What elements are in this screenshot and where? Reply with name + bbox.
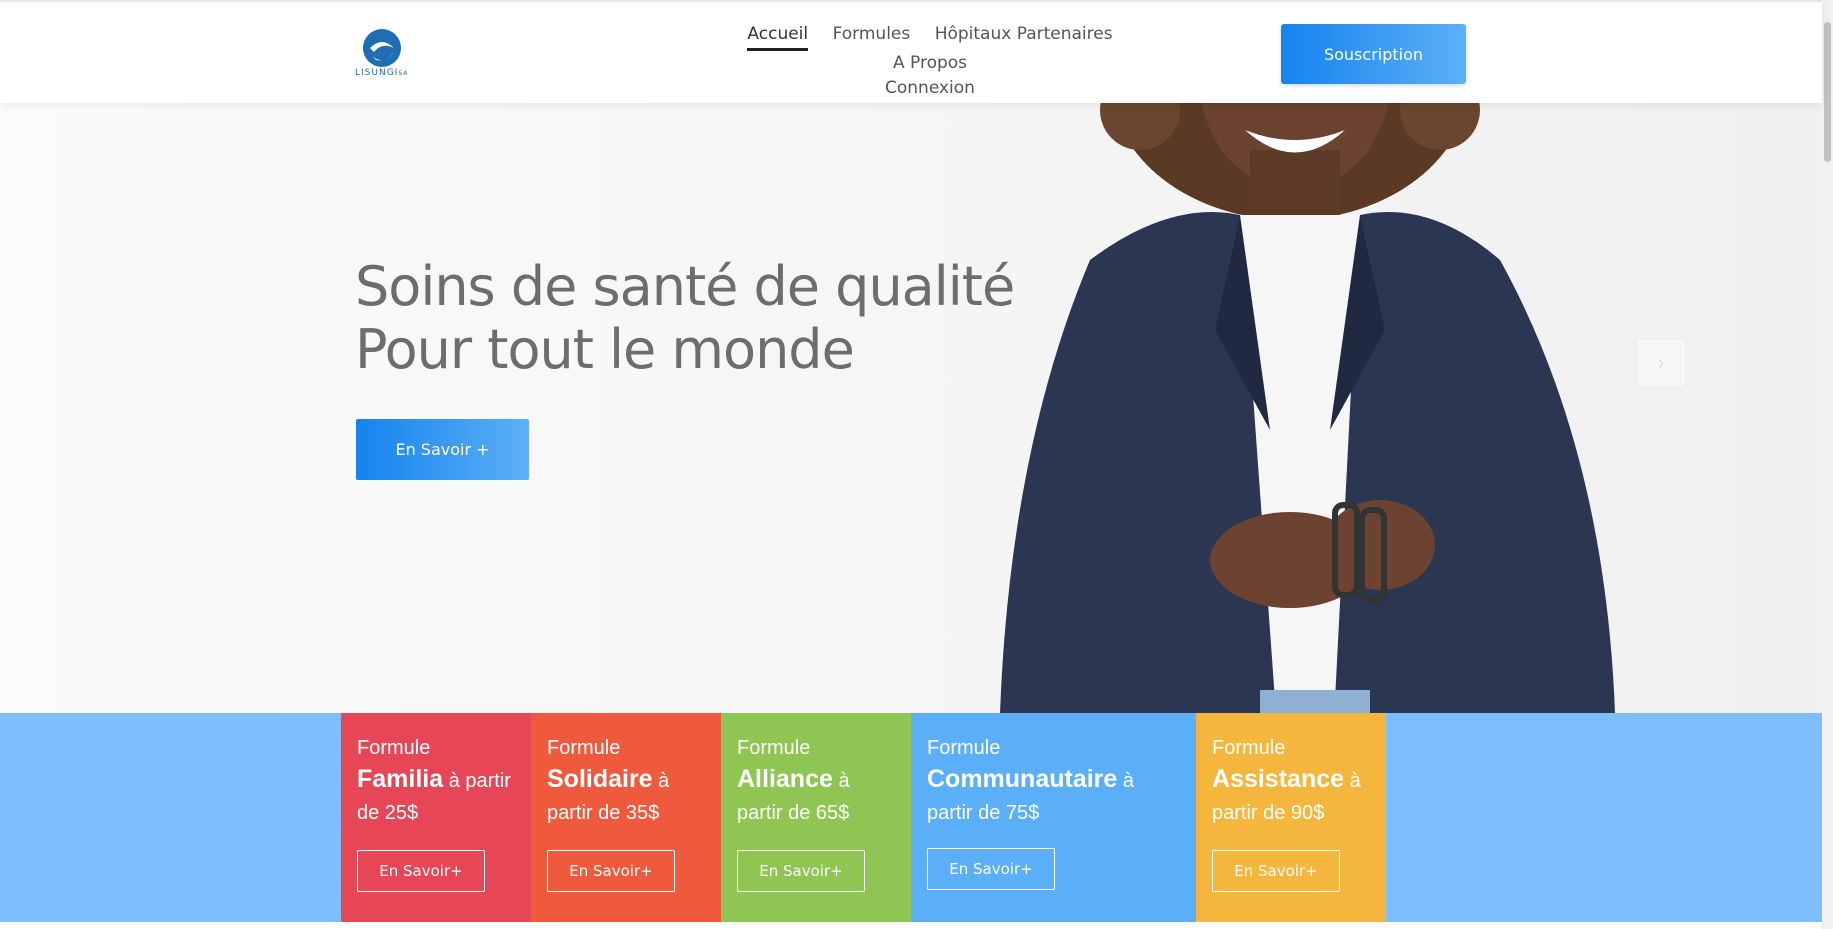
hero-title-line1: Soins de santé de qualité — [355, 255, 1015, 318]
main-navigation: Accueil Formules Hôpitaux Partenaires A … — [700, 22, 1160, 101]
formula-label: Formule — [737, 737, 811, 759]
vertical-scrollbar[interactable] — [1822, 0, 1833, 929]
page-bottom-strip — [0, 922, 1833, 929]
formula-price: de 25$ — [357, 802, 419, 824]
formula-price: partir de 65$ — [737, 802, 850, 824]
scrollbar-thumb[interactable] — [1824, 22, 1831, 162]
formula-name: Solidaire — [547, 765, 653, 793]
hero-learn-more-button[interactable]: En Savoir + — [356, 419, 529, 480]
formula-from: à — [1122, 770, 1134, 792]
formula-from: à — [658, 770, 670, 792]
formula-card-alliance: Formule Alliance à partir de 65$ En Savo… — [721, 713, 911, 922]
brand-suffix: SA — [398, 70, 409, 77]
formula-card-familia: Formule Familia à partir de 25$ En Savoi… — [341, 713, 531, 922]
nav-item-accueil[interactable]: Accueil — [747, 22, 809, 51]
formula-card-solidaire: Formule Solidaire à partir de 35$ En Sav… — [531, 713, 721, 922]
formula-label: Formule — [547, 737, 621, 759]
hero-title: Soins de santé de qualité Pour tout le m… — [355, 255, 1015, 381]
site-header: LISUNGISA Accueil Formules Hôpitaux Part… — [0, 0, 1822, 103]
formula-label: Formule — [1212, 737, 1286, 759]
nav-item-a-propos[interactable]: A Propos — [893, 51, 967, 75]
nav-item-hopitaux-partenaires[interactable]: Hôpitaux Partenaires — [935, 22, 1113, 46]
subscription-button[interactable]: Souscription — [1281, 24, 1466, 84]
formula-card-assistance: Formule Assistance à partir de 90$ En Sa… — [1196, 713, 1386, 922]
formula-from: à — [1349, 770, 1361, 792]
formula-price: partir de 90$ — [1212, 802, 1325, 824]
formula-from: à partir — [448, 770, 511, 792]
formula-name: Familia — [357, 765, 444, 793]
page: Soins de santé de qualité Pour tout le m… — [0, 0, 1833, 929]
nav-item-connexion[interactable]: Connexion — [885, 76, 975, 100]
formula-name: Assistance — [1212, 765, 1345, 793]
formula-price: partir de 75$ — [927, 802, 1040, 824]
slider-next-arrow-icon[interactable]: › — [1636, 338, 1686, 388]
nav-item-formules[interactable]: Formules — [833, 22, 911, 46]
formula-from: à — [838, 770, 850, 792]
formula-label: Formule — [927, 737, 1001, 759]
formula-name: Alliance — [737, 765, 833, 793]
formula-price: partir de 35$ — [547, 802, 660, 824]
brand-name: LISUNGI — [355, 68, 399, 78]
brand-logo-text: LISUNGISA — [355, 68, 408, 78]
formula-label: Formule — [357, 737, 431, 759]
hero-title-line2: Pour tout le monde — [355, 318, 855, 381]
formula-name: Communautaire — [927, 765, 1118, 793]
formula-alliance-learn-more-button[interactable]: En Savoir+ — [737, 850, 865, 892]
formula-assistance-learn-more-button[interactable]: En Savoir+ — [1212, 850, 1340, 892]
hero-person-image — [1000, 0, 1615, 713]
hero-section: Soins de santé de qualité Pour tout le m… — [0, 0, 1822, 713]
formula-card-communautaire: Formule Communautaire à partir de 75$ En… — [911, 713, 1196, 922]
formula-communautaire-learn-more-button[interactable]: En Savoir+ — [927, 848, 1055, 890]
formula-solidaire-learn-more-button[interactable]: En Savoir+ — [547, 850, 675, 892]
formula-familia-learn-more-button[interactable]: En Savoir+ — [357, 850, 485, 892]
